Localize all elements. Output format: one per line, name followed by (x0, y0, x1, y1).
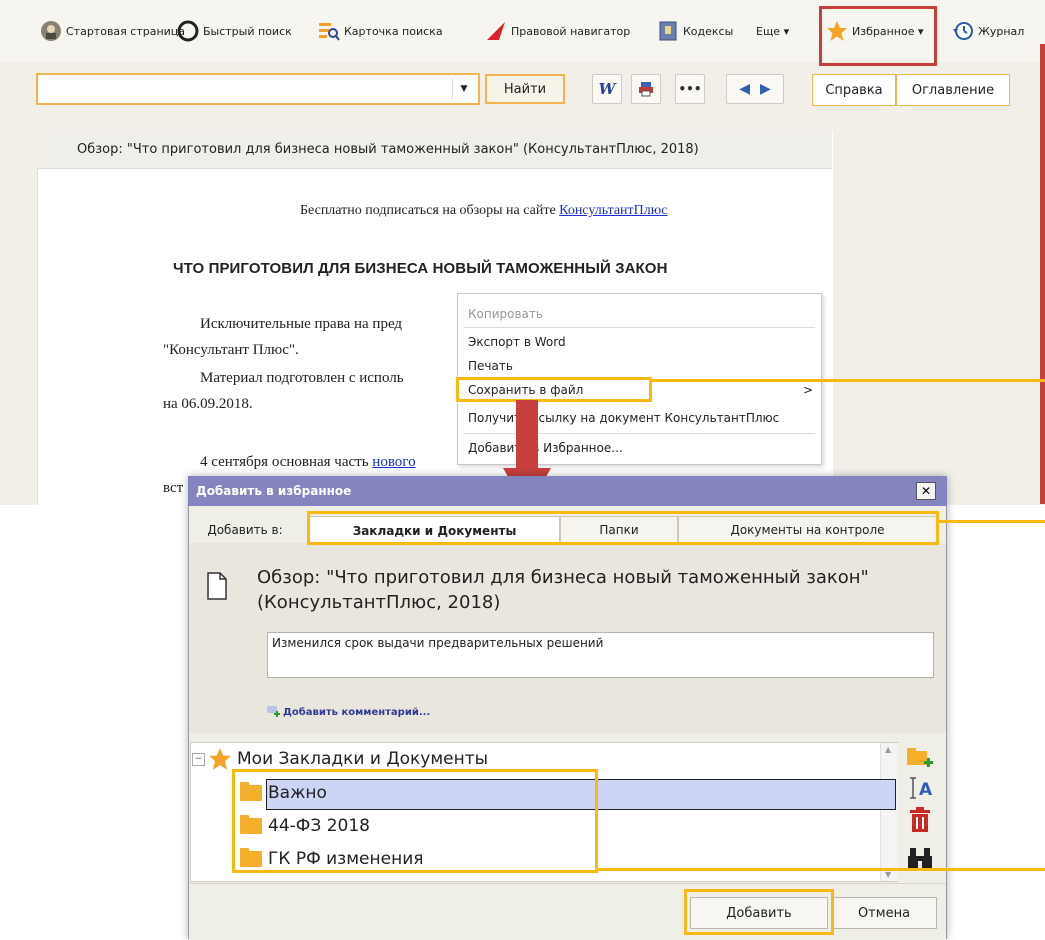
tabs-highlight (307, 511, 939, 545)
new-folder-icon[interactable] (906, 746, 934, 770)
comment-field[interactable]: Изменился срок выдачи предварительных ре… (267, 632, 934, 678)
toolbar-quick-search-label: Быстрый поиск (203, 24, 292, 38)
ctx-separator (464, 327, 815, 328)
svg-text:A: A (919, 780, 933, 800)
binoculars-find-icon[interactable] (907, 846, 933, 870)
document-title: ЧТО ПРИГОТОВИЛ ДЛЯ БИЗНЕСА НОВЫЙ ТАМОЖЕН… (173, 260, 668, 277)
tree-scrollbar[interactable]: ▲ ▼ (880, 743, 898, 881)
toolbar-history-label: Журнал (978, 24, 1025, 38)
toolbar-more-label: Еще ▾ (756, 24, 790, 38)
add-button-highlight (684, 889, 834, 935)
quick-search-icon (177, 20, 199, 42)
toolbar-start-page[interactable]: Стартовая страница (40, 17, 185, 45)
toolbar-history[interactable]: Журнал (952, 17, 1024, 45)
save-to-file-highlight (456, 377, 652, 402)
history-clock-icon (953, 22, 973, 40)
cancel-button[interactable]: Отмена (831, 897, 937, 929)
start-page-icon (41, 21, 61, 41)
toolbar-search-card[interactable]: Карточка поиска (318, 17, 443, 45)
paragraph-2-line-2: на 06.09.2018. (163, 396, 253, 412)
rename-icon[interactable]: A (906, 776, 934, 800)
toolbar-legal-navigator-label: Правовой навигатор (511, 24, 631, 38)
arrow-left-icon[interactable]: ◀ (739, 81, 750, 97)
callout-edge-line (1040, 44, 1045, 504)
search-card-icon (319, 23, 340, 41)
dialog-document-name-line-1: Обзор: "Что приготовил для бизнеса новый… (257, 567, 869, 588)
find-button[interactable]: Найти (485, 74, 565, 104)
print-icon[interactable] (631, 74, 661, 104)
tree-side-tools: A (900, 742, 946, 882)
arrow-right-icon[interactable]: ▶ (760, 81, 771, 97)
paragraph-1-line-1: Исключительные права на пред (200, 316, 403, 332)
add-comment-link[interactable]: Добавить комментарий... (267, 706, 430, 718)
help-button[interactable]: Справка (812, 74, 896, 106)
toolbar-legal-navigator[interactable]: Правовой навигатор (485, 17, 630, 45)
search-input[interactable] (40, 77, 456, 103)
toc-button[interactable]: Оглавление (896, 74, 1010, 106)
delete-trash-icon[interactable] (908, 807, 932, 833)
subscribe-text: Бесплатно подписаться на обзоры на сайте (300, 203, 560, 218)
more-actions-icon[interactable]: ••• (675, 74, 705, 104)
toolbar-search-card-label: Карточка поиска (344, 24, 443, 38)
search-dropdown-icon[interactable]: ▼ (452, 78, 475, 100)
ctx-export-word[interactable]: Экспорт в Word (468, 335, 566, 349)
tree-root-label: Мои Закладки и Документы (237, 749, 489, 769)
tabs-connector-line (939, 520, 1045, 523)
paragraph-1-line-2: "Консультант Плюс". (163, 342, 299, 358)
toolbar-more-menu[interactable]: Еще ▾ (756, 17, 789, 45)
add-to-label: Добавить в: (193, 516, 297, 544)
ctx-print[interactable]: Печать (468, 359, 513, 373)
subscribe-line: Бесплатно подписаться на обзоры на сайте… (300, 203, 667, 219)
paragraph-3-line-2: вст (163, 480, 184, 496)
toolbar-quick-search[interactable]: Быстрый поиск (177, 17, 292, 45)
star-icon (209, 748, 231, 770)
dialog-document-name: Обзор: "Что приготовил для бизнеса новый… (257, 565, 869, 615)
tree-root[interactable]: Мои Закладки и Документы (207, 747, 488, 771)
paragraph-3-link[interactable]: нового (372, 454, 415, 470)
add-comment-label: Добавить комментарий... (283, 706, 431, 718)
document-header-title: Обзор: "Что приготовил для бизнеса новый… (77, 141, 699, 157)
document-header: Обзор: "Что приготовил для бизнеса новый… (37, 130, 832, 169)
back-forward-buttons: ◀ ▶ (726, 74, 784, 104)
dialog-title-bar: Добавить в избранное (188, 476, 947, 506)
subscribe-link[interactable]: КонсультантПлюс (559, 203, 667, 218)
close-icon[interactable]: ✕ (916, 482, 936, 500)
ctx-copy[interactable]: Копировать (468, 307, 543, 321)
toolbar-start-page-label: Стартовая страница (66, 24, 186, 38)
search-field[interactable]: ▼ (36, 73, 480, 105)
paragraph-3-line-1: 4 сентября основная часть нового (200, 454, 416, 471)
dialog-title: Добавить в избранное (196, 484, 352, 498)
toolbar-codes-label: Кодексы (683, 24, 734, 38)
legal-navigator-icon (487, 22, 505, 40)
submenu-arrow-icon: > (803, 383, 814, 397)
scroll-down-icon[interactable]: ▼ (885, 870, 891, 879)
document-icon (207, 572, 227, 600)
paragraph-3-text: 4 сентября основная часть (200, 454, 373, 470)
favorites-callout-box (819, 6, 937, 66)
paragraph-2-line-1: Материал подготовлен с исполь (200, 370, 404, 386)
highlight-connector-line (652, 379, 1045, 382)
toolbar-codes[interactable]: Кодексы (657, 17, 733, 45)
folders-connector-line (598, 868, 1045, 871)
word-export-icon[interactable]: W (592, 74, 622, 104)
codes-icon (659, 21, 677, 41)
collapse-toggle-icon[interactable]: − (192, 753, 205, 766)
add-comment-icon (267, 706, 280, 717)
dialog-document-name-line-2: (КонсультантПлюс, 2018) (257, 592, 501, 613)
scroll-up-icon[interactable]: ▲ (885, 745, 891, 754)
folders-highlight (232, 769, 598, 873)
